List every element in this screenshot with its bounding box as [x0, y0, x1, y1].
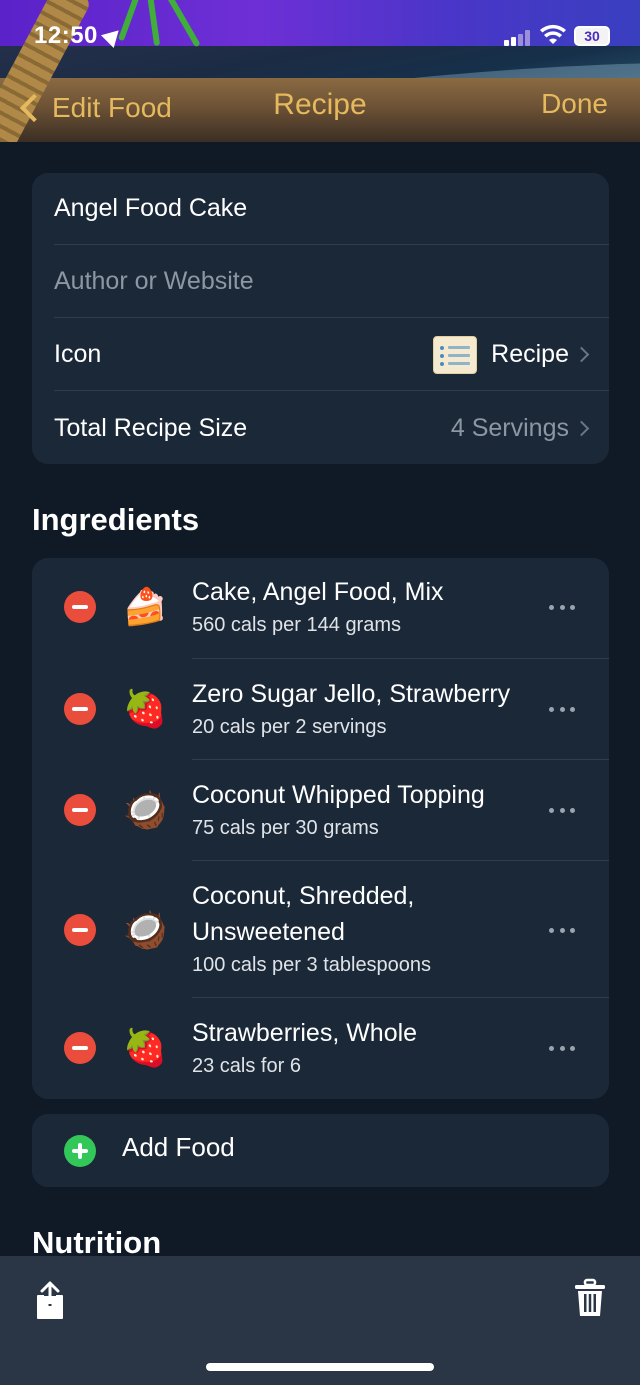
add-food-label: Add Food: [122, 1132, 235, 1162]
ingredients-list: 🍰 Cake, Angel Food, Mix 560 cals per 144…: [32, 558, 609, 1099]
chevron-right-icon: [573, 420, 590, 436]
recipe-details-card: Angel Food Cake Author or Website Icon R…: [32, 173, 609, 464]
status-bar: 12:50 30: [0, 0, 640, 70]
ingredient-name: Strawberries, Whole: [192, 1019, 418, 1047]
ingredient-row[interactable]: 🍰 Cake, Angel Food, Mix 560 cals per 144…: [32, 558, 609, 659]
recipe-name-field[interactable]: Angel Food Cake: [54, 173, 609, 245]
strawberry-icon: 🍓: [122, 689, 168, 730]
ingredient-row[interactable]: 🥥 Coconut Whipped Topping 75 cals per 30…: [32, 760, 609, 861]
author-placeholder: Author or Website: [54, 267, 254, 295]
more-options-icon[interactable]: [549, 707, 575, 713]
ingredient-row[interactable]: 🍓 Zero Sugar Jello, Strawberry 20 cals p…: [32, 659, 609, 760]
ingredient-detail: 560 cals per 144 grams: [192, 614, 402, 636]
icon-row-label: Icon: [54, 340, 102, 368]
cellular-signal-icon: [504, 30, 532, 46]
ingredient-name: Zero Sugar Jello, Strawberry: [192, 680, 511, 708]
recipe-card-icon: [433, 335, 478, 374]
location-arrow-icon: [100, 23, 126, 49]
ingredient-name: Cake, Angel Food, Mix: [192, 578, 444, 606]
home-indicator[interactable]: [206, 1363, 434, 1371]
ingredient-text: Strawberries, Whole 23 cals for 6: [192, 1015, 539, 1081]
more-options-icon[interactable]: [549, 1046, 575, 1052]
ingredient-row[interactable]: 🥥 Coconut, Shredded, Unsweetened 100 cal…: [32, 861, 609, 998]
battery-indicator: 30: [574, 26, 610, 46]
chevron-right-icon: [573, 346, 590, 363]
add-food-button[interactable]: Add Food: [32, 1114, 609, 1187]
remove-ingredient-button[interactable]: [64, 1032, 96, 1064]
ingredient-text: Cake, Angel Food, Mix 560 cals per 144 g…: [192, 574, 539, 640]
remove-ingredient-button[interactable]: [64, 693, 96, 725]
more-options-icon[interactable]: [549, 928, 575, 934]
ingredient-row[interactable]: 🍓 Strawberries, Whole 23 cals for 6: [32, 998, 609, 1099]
total-recipe-size-row[interactable]: Total Recipe Size 4 Servings: [54, 392, 609, 464]
ingredient-detail: 20 cals per 2 servings: [192, 716, 387, 738]
ingredient-text: Coconut Whipped Topping 75 cals per 30 g…: [192, 777, 539, 843]
navigation-bar: Edit Food Recipe Done: [0, 78, 640, 138]
cake-icon: 🍰: [122, 587, 168, 628]
recipe-name-value: Angel Food Cake: [54, 194, 248, 222]
author-field[interactable]: Author or Website: [54, 246, 609, 318]
more-options-icon[interactable]: [549, 605, 575, 611]
icon-row[interactable]: Icon Recipe: [54, 319, 609, 391]
total-recipe-size-value: 4 Servings: [450, 413, 569, 442]
strawberry-icon: 🍓: [122, 1028, 168, 1069]
more-options-icon[interactable]: [549, 808, 575, 814]
plus-icon: [64, 1135, 96, 1167]
share-icon[interactable]: [34, 1280, 66, 1320]
ingredient-name: Coconut Whipped Topping: [192, 781, 485, 809]
ingredient-text: Coconut, Shredded, Unsweetened 100 cals …: [192, 878, 469, 980]
ingredient-detail: 75 cals per 30 grams: [192, 817, 379, 839]
wifi-icon: [540, 24, 566, 44]
ingredients-heading: Ingredients: [32, 502, 200, 537]
trash-icon[interactable]: [574, 1278, 606, 1318]
total-recipe-size-label: Total Recipe Size: [54, 413, 248, 442]
ingredient-detail: 23 cals for 6: [192, 1055, 301, 1077]
icon-row-value: Recipe: [433, 335, 569, 374]
ingredient-detail: 100 cals per 3 tablespoons: [192, 954, 432, 976]
ingredient-name: Coconut, Shredded, Unsweetened: [192, 882, 415, 946]
coconut-icon: 🥥: [122, 910, 168, 951]
done-button[interactable]: Done: [541, 88, 608, 120]
icon-row-value-label: Recipe: [491, 340, 569, 368]
status-time: 12:50: [34, 22, 98, 49]
remove-ingredient-button[interactable]: [64, 794, 96, 826]
ingredient-text: Zero Sugar Jello, Strawberry 20 cals per…: [192, 676, 539, 742]
coconut-icon: 🥥: [122, 790, 168, 831]
remove-ingredient-button[interactable]: [64, 914, 96, 946]
remove-ingredient-button[interactable]: [64, 591, 96, 623]
